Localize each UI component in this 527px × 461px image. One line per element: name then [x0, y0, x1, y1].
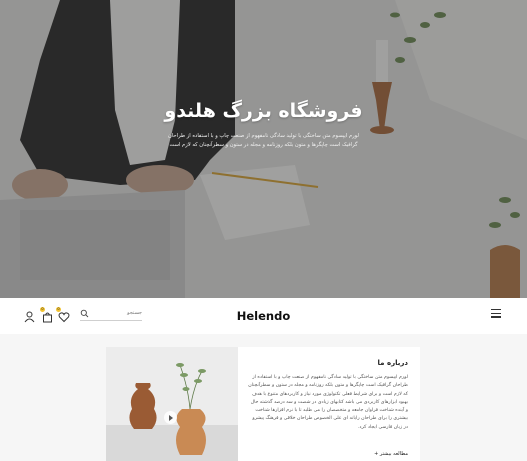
about-section: درباره ما لورم ایپسوم متن ساختگی با تولی… — [106, 347, 420, 461]
hamburger-icon — [491, 309, 501, 311]
site-header: 0 0 Helendo — [0, 298, 527, 334]
about-text: لورم ایپسوم متن ساختگی با تولید سادگی نا… — [248, 375, 408, 430]
about-content: درباره ما لورم ایپسوم متن ساختگی با تولی… — [248, 359, 408, 432]
vase-image — [106, 347, 238, 461]
menu-button[interactable] — [491, 309, 501, 318]
hero-title: فروشگاه بزرگ هلندو — [164, 100, 363, 122]
play-icon[interactable] — [164, 411, 177, 424]
hero-banner: فروشگاه بزرگ هلندو لورم ایپسوم متن ساختگ… — [0, 0, 527, 298]
about-video-thumbnail[interactable] — [106, 347, 238, 461]
about-title: درباره ما — [377, 359, 408, 367]
read-more-link[interactable]: مطالعه بیشتر + — [374, 451, 408, 457]
site-logo[interactable]: Helendo — [0, 309, 527, 323]
hero-caption: فروشگاه بزرگ هلندو لورم ایپسوم متن ساختگ… — [0, 100, 527, 149]
hero-description: لورم ایپسوم متن ساختگی با تولید سادگی نا… — [168, 133, 359, 148]
